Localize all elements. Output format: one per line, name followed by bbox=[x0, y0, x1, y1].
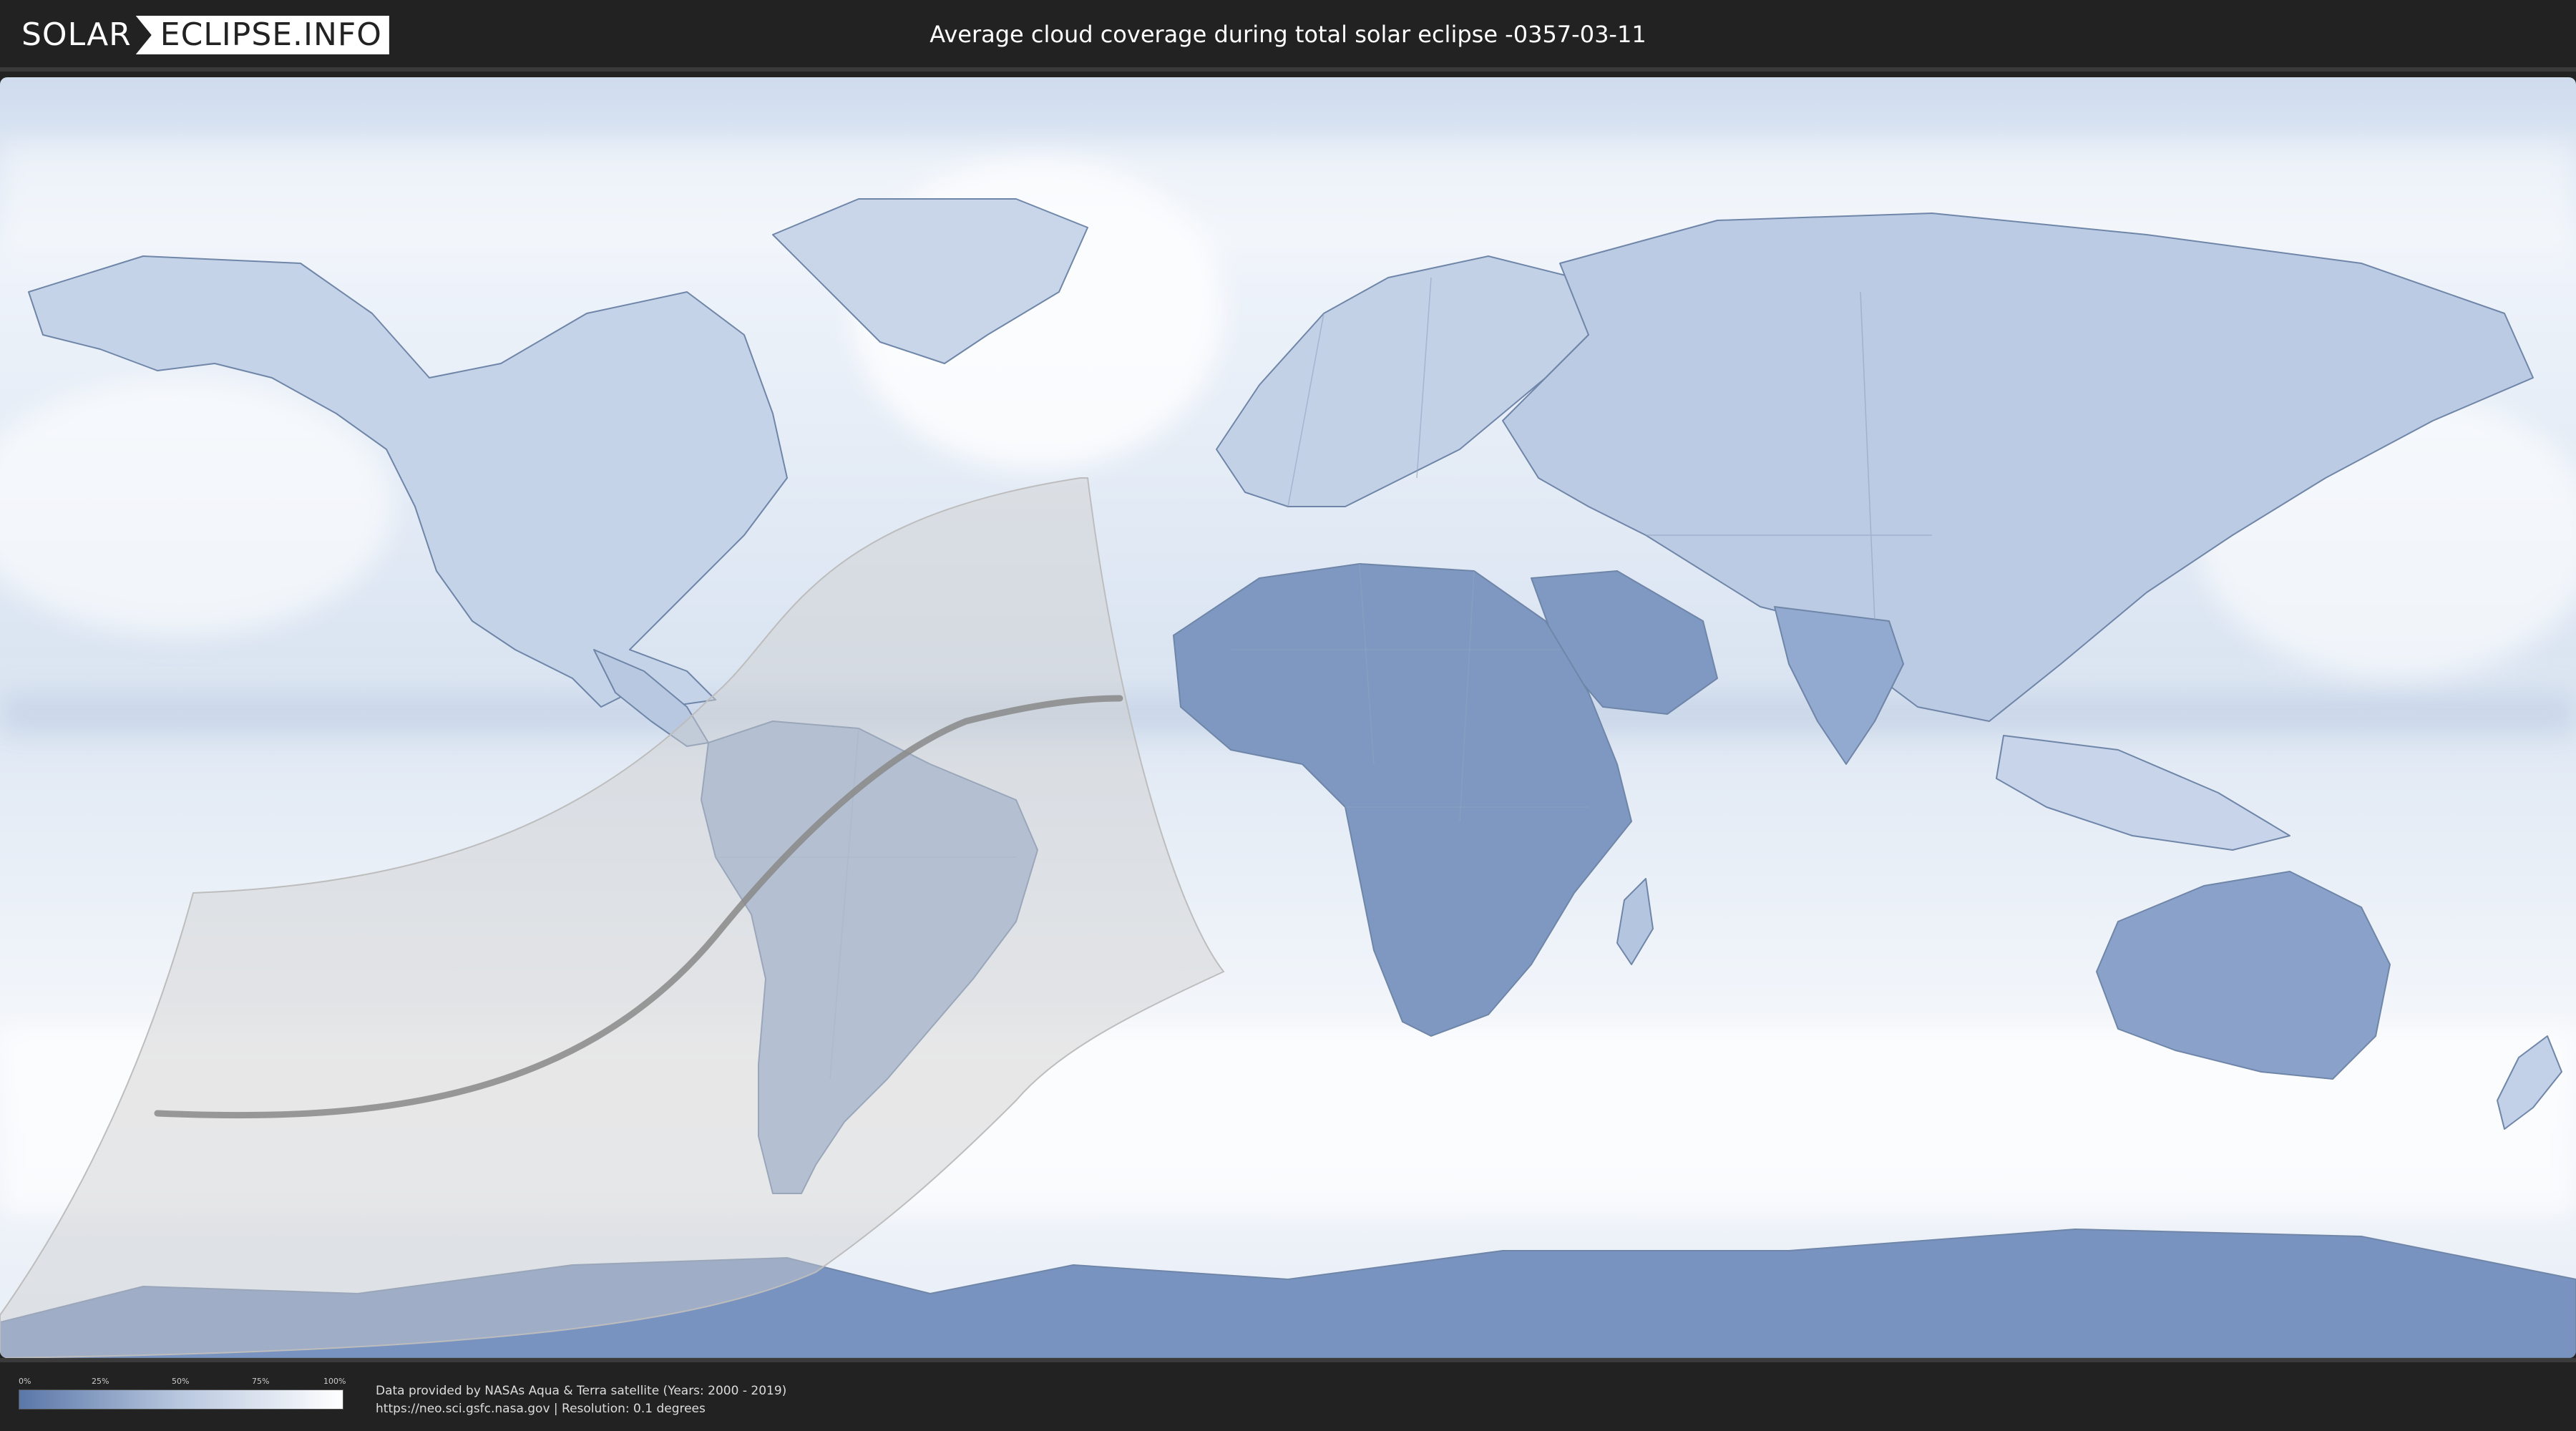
cloud-coverage-legend: 0% 25% 50% 75% 100% bbox=[19, 1377, 346, 1420]
legend-tick-25: 25% bbox=[92, 1377, 109, 1386]
data-credits: Data provided by NASAs Aqua & Terra sate… bbox=[376, 1382, 786, 1418]
page: SOLAR ECLIPSE.INFO Average cloud coverag… bbox=[0, 0, 2576, 1431]
legend-tick-75: 75% bbox=[252, 1377, 270, 1386]
legend-tick-0: 0% bbox=[19, 1377, 31, 1386]
cloud-coverage-map[interactable] bbox=[0, 77, 2576, 1358]
credit-line: Data provided by NASAs Aqua & Terra sate… bbox=[376, 1384, 787, 1398]
footer: 0% 25% 50% 75% 100% Data provided by NAS… bbox=[0, 1358, 2576, 1431]
legend-color-scale bbox=[19, 1390, 343, 1410]
header: SOLAR ECLIPSE.INFO Average cloud coverag… bbox=[0, 0, 2576, 72]
legend-tick-100: 100% bbox=[323, 1377, 346, 1386]
source-line: https://neo.sci.gsfc.nasa.gov | Resoluti… bbox=[376, 1402, 706, 1416]
legend-tick-50: 50% bbox=[172, 1377, 190, 1386]
page-title: Average cloud coverage during total sola… bbox=[930, 21, 1646, 48]
